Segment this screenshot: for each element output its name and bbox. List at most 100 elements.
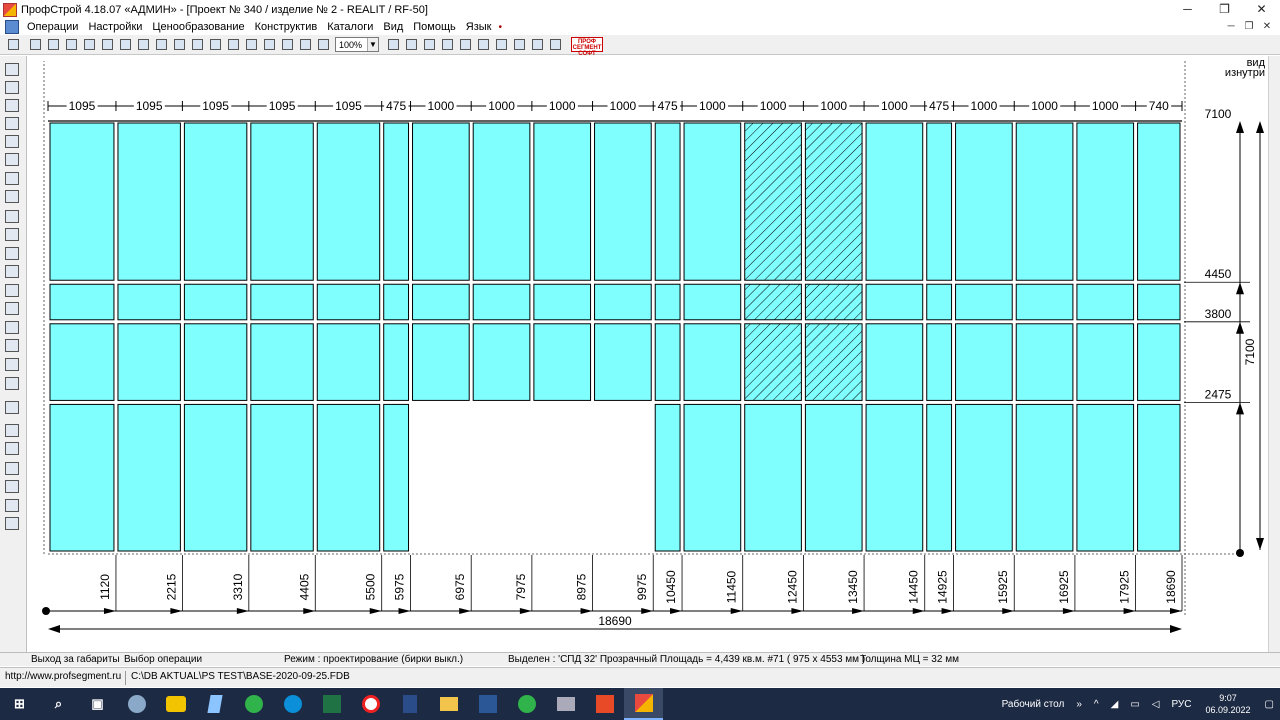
toolbar-button-12[interactable] bbox=[207, 37, 224, 53]
language-indicator[interactable]: РУС bbox=[1165, 699, 1197, 710]
glass-panel[interactable] bbox=[49, 403, 115, 552]
menu-construct[interactable]: Конструктив bbox=[250, 19, 323, 35]
menu-pricing[interactable]: Ценообразование bbox=[147, 19, 249, 35]
glass-panel[interactable] bbox=[117, 283, 181, 321]
glass-panel[interactable] bbox=[1015, 122, 1074, 281]
glass-panel[interactable] bbox=[316, 403, 381, 552]
windows-start-icon[interactable]: ⊞ bbox=[0, 688, 39, 720]
toolbar-button-23[interactable] bbox=[457, 37, 474, 53]
glass-panel[interactable] bbox=[383, 403, 410, 552]
minimize-button[interactable]: ─ bbox=[1169, 0, 1206, 19]
toolbar-button-10[interactable] bbox=[171, 37, 188, 53]
glass-panel[interactable] bbox=[654, 403, 681, 552]
toolbar-button-6[interactable] bbox=[99, 37, 116, 53]
glass-panel[interactable] bbox=[533, 323, 592, 401]
left-tool-1-icon[interactable] bbox=[5, 63, 19, 76]
toolbar-button-18[interactable] bbox=[315, 37, 332, 53]
glass-panel[interactable] bbox=[533, 283, 592, 321]
toolbar-button-15[interactable] bbox=[261, 37, 278, 53]
toolbar-button-28[interactable] bbox=[547, 37, 564, 53]
glass-panel[interactable] bbox=[1137, 122, 1181, 281]
glass-panel[interactable] bbox=[654, 122, 681, 281]
glass-panel[interactable] bbox=[865, 323, 924, 401]
toolbar-button-1[interactable] bbox=[5, 37, 22, 53]
glass-panel[interactable] bbox=[654, 323, 681, 401]
desktop-label[interactable]: Рабочий стол bbox=[996, 699, 1071, 710]
glass-panel[interactable] bbox=[412, 122, 470, 281]
glass-panel[interactable] bbox=[183, 283, 248, 321]
left-tool-20-icon[interactable] bbox=[5, 424, 19, 437]
excel-icon[interactable] bbox=[312, 688, 351, 720]
toolbar-button-16[interactable] bbox=[279, 37, 296, 53]
chevron-right-icon[interactable]: » bbox=[1070, 699, 1088, 710]
left-tool-21-icon[interactable] bbox=[5, 442, 19, 455]
glass-panel[interactable] bbox=[383, 323, 410, 401]
glass-panel[interactable] bbox=[683, 283, 742, 321]
toolbar-button-22[interactable] bbox=[439, 37, 456, 53]
glass-panel[interactable] bbox=[955, 122, 1013, 281]
toolbar-button-11[interactable] bbox=[189, 37, 206, 53]
glass-panel[interactable] bbox=[412, 283, 470, 321]
vertical-scrollbar[interactable] bbox=[1268, 56, 1280, 664]
toolbar-button-2[interactable] bbox=[27, 37, 44, 53]
batman-app-icon[interactable] bbox=[156, 688, 195, 720]
word-icon[interactable] bbox=[468, 688, 507, 720]
network-icon[interactable]: ◢ bbox=[1105, 699, 1125, 710]
toolbar-button-26[interactable] bbox=[511, 37, 528, 53]
glass-panel[interactable] bbox=[926, 403, 953, 552]
left-tool-22-icon[interactable] bbox=[5, 462, 19, 475]
glass-panel[interactable] bbox=[804, 122, 863, 281]
chevron-up-icon[interactable]: ^ bbox=[1088, 699, 1105, 710]
left-tool-14-icon[interactable] bbox=[5, 302, 19, 315]
glass-panel[interactable] bbox=[1015, 283, 1074, 321]
glass-panel[interactable] bbox=[804, 283, 863, 321]
glass-panel[interactable] bbox=[744, 122, 802, 281]
clock[interactable]: 9:07 06.09.2022 bbox=[1198, 692, 1259, 716]
left-tool-12-icon[interactable] bbox=[5, 265, 19, 278]
s-app-icon[interactable] bbox=[585, 688, 624, 720]
glass-panel[interactable] bbox=[533, 122, 592, 281]
left-tool-18-icon[interactable] bbox=[5, 377, 19, 390]
glass-panel[interactable] bbox=[955, 403, 1013, 552]
glass-panel[interactable] bbox=[316, 122, 381, 281]
left-tool-4-icon[interactable] bbox=[5, 117, 19, 130]
chat-icon[interactable] bbox=[234, 688, 273, 720]
tool-app-icon[interactable] bbox=[546, 688, 585, 720]
toolbar-button-14[interactable] bbox=[243, 37, 260, 53]
toolbar-button-20[interactable] bbox=[403, 37, 420, 53]
glass-panel[interactable] bbox=[383, 122, 410, 281]
glass-panel[interactable] bbox=[49, 323, 115, 401]
notification-icon[interactable]: ▢ bbox=[1259, 699, 1280, 710]
glass-panel[interactable] bbox=[1015, 403, 1074, 552]
glass-panel[interactable] bbox=[865, 403, 924, 552]
glass-panel[interactable] bbox=[654, 283, 681, 321]
glass-panel[interactable] bbox=[683, 323, 742, 401]
toolbar-button-25[interactable] bbox=[493, 37, 510, 53]
task-view-icon[interactable]: ▣ bbox=[78, 688, 117, 720]
glass-panel[interactable] bbox=[744, 403, 802, 552]
glass-panel[interactable] bbox=[250, 323, 314, 401]
glass-panel[interactable] bbox=[1015, 323, 1074, 401]
mdi-restore-button[interactable]: ❐ bbox=[1240, 19, 1258, 35]
left-tool-13-icon[interactable] bbox=[5, 284, 19, 297]
menu-settings[interactable]: Настройки bbox=[83, 19, 147, 35]
toolbar-button-21[interactable] bbox=[421, 37, 438, 53]
left-tool-25-icon[interactable] bbox=[5, 517, 19, 530]
glass-panel[interactable] bbox=[955, 323, 1013, 401]
glass-panel[interactable] bbox=[383, 283, 410, 321]
glass-panel[interactable] bbox=[1076, 283, 1135, 321]
restore-button[interactable]: ❐ bbox=[1206, 0, 1243, 19]
toolbar-button-5[interactable] bbox=[81, 37, 98, 53]
glass-panel[interactable] bbox=[49, 283, 115, 321]
glass-panel[interactable] bbox=[472, 122, 531, 281]
glass-panel[interactable] bbox=[683, 122, 742, 281]
search-icon[interactable]: ⌕ bbox=[39, 688, 78, 720]
toolbar-button-27[interactable] bbox=[529, 37, 546, 53]
yandex-icon[interactable] bbox=[351, 688, 390, 720]
toolbar-button-9[interactable] bbox=[153, 37, 170, 53]
left-tool-8-icon[interactable] bbox=[5, 190, 19, 203]
glass-panel[interactable] bbox=[412, 323, 470, 401]
zoom-select[interactable]: 100% ▼ bbox=[335, 37, 379, 52]
skype-icon[interactable] bbox=[273, 688, 312, 720]
battery-icon[interactable]: ▭ bbox=[1124, 699, 1145, 710]
